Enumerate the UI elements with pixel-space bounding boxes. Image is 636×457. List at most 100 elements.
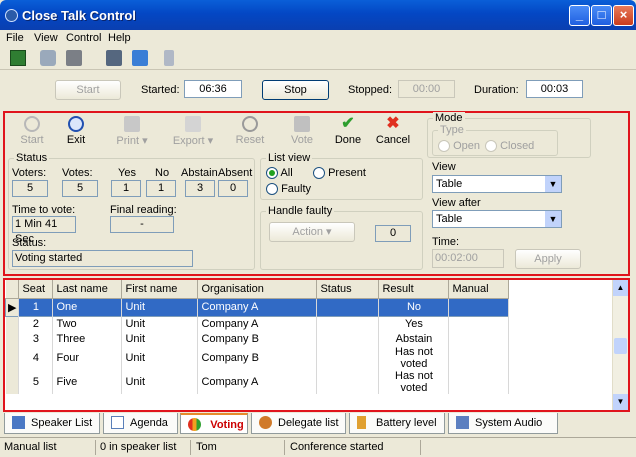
play-icon bbox=[24, 116, 40, 132]
export-action[interactable]: Export ▾ bbox=[170, 116, 216, 147]
bottom-tabs: Speaker List Agenda Voting Delegate list… bbox=[0, 413, 636, 435]
type-open-radio[interactable]: Open bbox=[438, 140, 480, 153]
delegate-icon bbox=[259, 416, 272, 429]
start-session-button[interactable]: Start bbox=[55, 80, 121, 100]
scroll-down-icon[interactable]: ▼ bbox=[613, 394, 628, 410]
no-value: 1 bbox=[146, 180, 176, 197]
delegate-table: Seat Last name First name Organisation S… bbox=[5, 280, 510, 394]
table-row[interactable]: 2 Two Unit Company A Yes bbox=[5, 316, 510, 331]
maximize-button[interactable]: □ bbox=[591, 5, 612, 26]
minimize-button[interactable]: _ bbox=[569, 5, 590, 26]
menu-file[interactable]: File bbox=[6, 32, 24, 44]
menu-view[interactable]: View bbox=[34, 32, 58, 44]
stopped-field: 00:00 bbox=[398, 80, 455, 98]
toolbar bbox=[0, 46, 636, 70]
col-manual[interactable]: Manual bbox=[448, 280, 510, 299]
time-field[interactable]: 00:02:00 bbox=[432, 249, 504, 268]
print-action[interactable]: Print ▾ bbox=[112, 116, 152, 147]
absent-label: Absent bbox=[218, 167, 253, 179]
list-faulty-radio[interactable]: Faulty bbox=[266, 183, 311, 196]
view-after-select[interactable]: Table ▼ bbox=[432, 210, 562, 228]
export-icon bbox=[185, 116, 201, 132]
tab-speaker-list[interactable]: Speaker List bbox=[4, 413, 100, 434]
tools-icon[interactable] bbox=[40, 50, 56, 66]
menu-bar: File View Control Help bbox=[0, 30, 636, 46]
time-to-vote-value: 1 Min 41 Sec bbox=[12, 216, 76, 245]
status-bar: Manual list 0 in speaker list Tom Confer… bbox=[0, 437, 636, 457]
started-field: 06:36 bbox=[184, 80, 242, 98]
close-button[interactable]: × bbox=[613, 5, 634, 26]
final-reading-label: Final reading: bbox=[110, 204, 177, 216]
view-select[interactable]: Table ▼ bbox=[432, 175, 562, 193]
scroll-thumb[interactable] bbox=[614, 338, 627, 354]
cancel-action[interactable]: ✖ Cancel bbox=[372, 116, 414, 147]
battery-icon[interactable] bbox=[164, 50, 174, 66]
col-organisation[interactable]: Organisation bbox=[197, 280, 318, 299]
voting-status-value: Voting started bbox=[12, 250, 193, 267]
tab-voting[interactable]: Voting bbox=[180, 413, 248, 434]
votes-value: 5 bbox=[62, 180, 98, 197]
absent-value: 0 bbox=[218, 180, 248, 197]
chevron-down-icon: ▼ bbox=[545, 176, 561, 192]
col-seat[interactable]: Seat bbox=[18, 280, 54, 299]
table-row[interactable]: 5 Five Unit Company A Has not voted bbox=[5, 370, 510, 394]
list-present-radio[interactable]: Present bbox=[313, 167, 366, 180]
list-all-radio[interactable]: All bbox=[266, 167, 293, 180]
speaker-icon bbox=[456, 416, 469, 429]
checkmark-icon: ✔ bbox=[341, 115, 355, 132]
votes-label: Votes: bbox=[62, 167, 93, 179]
status-speaker-count: 0 in speaker list bbox=[100, 441, 177, 453]
status-conference: Conference started bbox=[290, 441, 384, 453]
type-closed-radio[interactable]: Closed bbox=[485, 140, 534, 153]
tab-system-audio[interactable]: System Audio bbox=[448, 413, 558, 434]
delegate-table-container: Seat Last name First name Organisation S… bbox=[3, 278, 630, 412]
col-first-name[interactable]: First name bbox=[121, 280, 199, 299]
stop-circle-icon bbox=[68, 116, 84, 132]
started-label: Started: bbox=[141, 84, 180, 96]
tab-delegate-list[interactable]: Delegate list bbox=[251, 413, 346, 434]
table-row[interactable]: 4 Four Unit Company B Has not voted bbox=[5, 346, 510, 370]
vote-icon bbox=[294, 116, 310, 132]
done-action[interactable]: ✔ Done bbox=[330, 115, 366, 147]
stop-session-button[interactable]: Stop bbox=[262, 80, 329, 100]
speaker-list-icon bbox=[12, 416, 25, 429]
abstain-value: 3 bbox=[185, 180, 215, 197]
vote-action[interactable]: Vote bbox=[284, 116, 320, 146]
exit-icon[interactable] bbox=[10, 50, 26, 66]
table-row[interactable]: 3 Three Unit Company B Abstain bbox=[5, 331, 510, 346]
faulty-action-dropdown[interactable]: Action ▾ bbox=[269, 222, 355, 242]
col-last-name[interactable]: Last name bbox=[52, 280, 123, 299]
voters-label: Voters: bbox=[12, 167, 47, 179]
time-label: Time: bbox=[432, 236, 460, 248]
tab-agenda[interactable]: Agenda bbox=[103, 413, 178, 434]
window-title: Close Talk Control bbox=[22, 8, 136, 23]
scroll-up-icon[interactable]: ▲ bbox=[613, 280, 628, 296]
col-status[interactable]: Status bbox=[316, 280, 380, 299]
faulty-count: 0 bbox=[375, 225, 411, 242]
row-pointer-icon: ▶ bbox=[5, 298, 20, 316]
monitor-icon[interactable] bbox=[132, 50, 148, 66]
table-row[interactable]: ▶ 1 One Unit Company A No bbox=[5, 298, 510, 316]
device-icon[interactable] bbox=[106, 50, 122, 66]
col-result[interactable]: Result bbox=[378, 280, 450, 299]
vertical-scrollbar[interactable]: ▲ ▼ bbox=[612, 280, 628, 410]
yes-value: 1 bbox=[111, 180, 141, 197]
reset-action[interactable]: Reset bbox=[232, 116, 268, 146]
battery-icon bbox=[357, 416, 366, 429]
reset-icon bbox=[242, 116, 258, 132]
exit-action[interactable]: Exit bbox=[58, 116, 94, 146]
menu-control[interactable]: Control bbox=[66, 32, 101, 44]
view-label: View bbox=[432, 161, 456, 173]
no-label: No bbox=[155, 167, 170, 179]
printer-icon[interactable] bbox=[66, 50, 82, 66]
time-to-vote-label: Time to vote: bbox=[12, 204, 76, 216]
agenda-icon bbox=[111, 416, 124, 429]
yes-label: Yes bbox=[118, 167, 136, 179]
start-action[interactable]: Start bbox=[14, 116, 50, 146]
menu-help[interactable]: Help bbox=[108, 32, 131, 44]
apply-button[interactable]: Apply bbox=[515, 249, 581, 269]
chevron-down-icon: ▼ bbox=[545, 211, 561, 227]
title-bar: Close Talk Control _ □ × bbox=[0, 0, 636, 30]
tab-battery-level[interactable]: Battery level bbox=[349, 413, 445, 434]
duration-label: Duration: bbox=[474, 84, 519, 96]
